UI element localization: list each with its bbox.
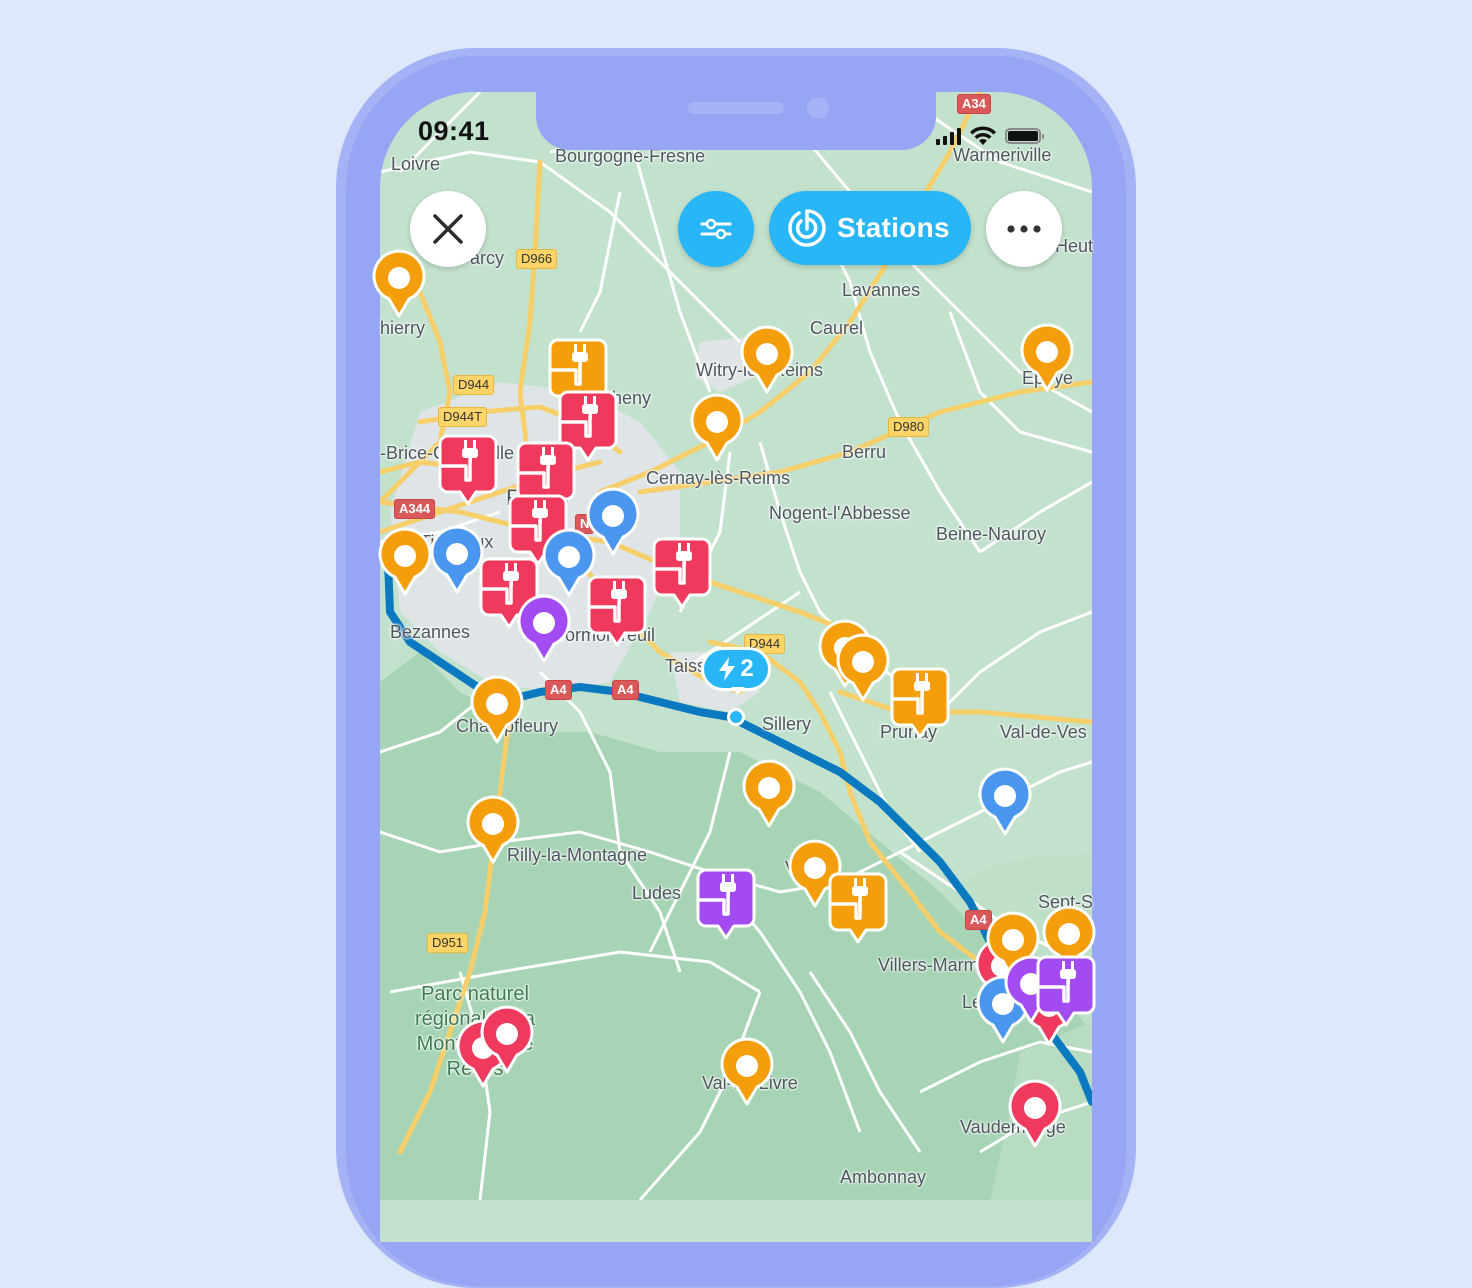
plug-icon [438,434,498,506]
filter-sliders-icon [700,218,732,240]
road-shield: D951 [427,933,469,953]
place-label: Lavannes [842,280,921,300]
charger-marker-red[interactable] [587,575,647,647]
plug-icon [587,575,647,647]
place-label: Nogent-l'Abbesse [769,503,911,523]
more-options-button[interactable] [986,191,1062,267]
plug-icon [696,868,756,940]
place-label: Warmeriville [953,145,1052,165]
phone-notch [536,88,936,150]
map-pin-icon [740,325,794,394]
road-shield-a34: A34 [957,94,991,114]
route-position-dot [727,708,745,726]
charger-marker-red[interactable] [652,537,712,609]
map-pin-icon [836,633,890,702]
road-shield: D980 [888,417,930,437]
station-pin-orange[interactable] [836,633,890,702]
map-pin-icon [720,1037,774,1106]
charger-marker-purple[interactable] [696,868,756,940]
place-label: Val-de-Ves [1000,722,1087,742]
station-pin-red[interactable] [480,1005,534,1074]
charger-marker-purple[interactable] [1036,955,1096,1027]
road-shield: A4 [545,680,572,700]
road-shield-a344: A344 [394,499,436,519]
place-label: Bezannes [390,622,471,642]
road-shield: D944T [438,407,488,427]
map-pin-icon [372,249,426,318]
close-icon [433,214,463,244]
lightning-icon [719,657,736,681]
place-label: -Brice-C [380,443,446,463]
place-label: Villers-Marm [878,955,979,975]
stations-label: Stations [837,212,950,243]
signal-icon [936,127,961,145]
charging-cluster-marker[interactable]: 2 [701,647,775,699]
place-label: Rilly-la-Montagne [507,845,648,865]
station-pin-orange[interactable] [466,795,520,864]
place-label: hierry [380,318,426,338]
station-pin-orange[interactable] [720,1037,774,1106]
station-pin-orange[interactable] [740,325,794,394]
station-pin-orange[interactable] [372,249,426,318]
map-pin-icon [470,675,524,744]
cluster-bubble[interactable]: 2 [701,647,771,691]
charger-marker-orange[interactable] [890,667,950,739]
map-pin-icon [378,527,432,596]
station-pin-orange[interactable] [742,759,796,828]
place-label: Sillery [762,714,812,734]
station-pin-orange[interactable] [378,527,432,596]
place-label: Beine-Nauroy [936,524,1047,544]
map-pin-icon [1008,1079,1062,1148]
map-pin-icon [517,594,571,663]
map-pin-icon [466,795,520,864]
battery-icon [1005,128,1044,144]
place-label: lle [496,443,515,463]
station-pin-blue[interactable] [430,525,484,594]
plug-icon [652,537,712,609]
place-label: Heut [1055,236,1094,256]
place-label: Loivre [391,154,441,174]
place-label: Ambonnay [840,1167,927,1187]
place-label: Cernay-lès-Reims [646,468,791,488]
place-label: Ludes [632,883,682,903]
station-pin-orange[interactable] [470,675,524,744]
close-button[interactable] [410,191,486,267]
map-pin-icon [690,393,744,462]
map-pin-icon [480,1005,534,1074]
plug-icon [828,872,888,944]
cluster-tail [731,687,745,695]
station-pin-orange[interactable] [1020,323,1074,392]
radar-icon [788,209,826,247]
map-pin-icon [742,759,796,828]
charger-marker-orange[interactable] [828,872,888,944]
notch-camera [807,97,829,119]
plug-icon [890,667,950,739]
more-horizontal-icon [1007,225,1041,233]
filter-button[interactable] [678,191,754,267]
map-pin-icon [430,525,484,594]
station-pin-orange[interactable] [690,393,744,462]
plug-icon [1036,955,1096,1027]
road-shield: D966 [516,249,558,269]
station-pin-blue[interactable] [978,767,1032,836]
notch-speaker [688,102,784,114]
status-time: 09:41 [418,116,490,146]
station-pin-red[interactable] [1008,1079,1062,1148]
road-shield: A4 [612,680,639,700]
wifi-icon [970,126,996,145]
place-label: Caurel [810,318,864,338]
place-label: Berru [842,442,887,462]
station-pin-purple[interactable] [517,594,571,663]
road-shield: D944 [453,375,495,395]
status-icons [936,124,1044,148]
stations-button[interactable]: Stations [769,191,971,265]
map-pin-icon [978,767,1032,836]
map-pin-icon [1020,323,1074,392]
cluster-count: 2 [740,655,754,682]
charger-marker-red[interactable] [438,434,498,506]
